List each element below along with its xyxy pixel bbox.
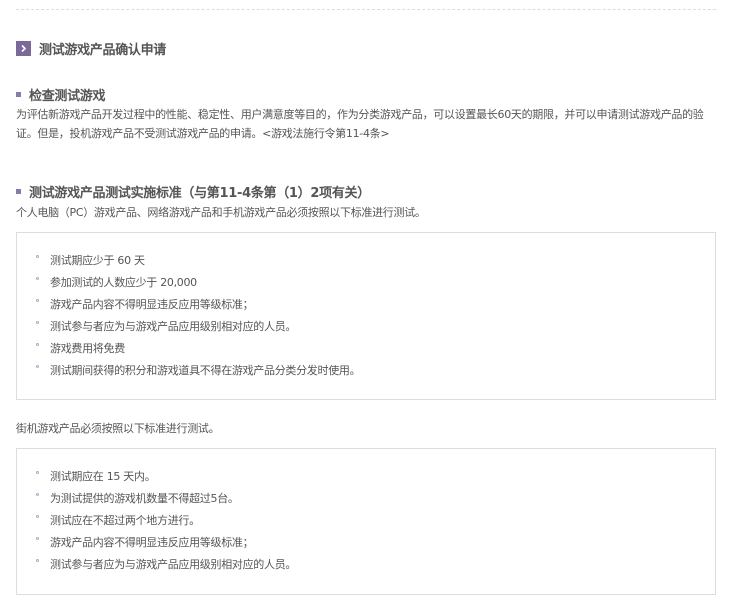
circle-bullet-icon — [36, 343, 39, 346]
square-bullet-icon — [16, 92, 21, 97]
list-item: 为测试提供的游戏机数量不得超过5台。 — [17, 488, 715, 510]
circle-bullet-icon — [36, 537, 39, 540]
circle-bullet-icon — [36, 493, 39, 496]
circle-bullet-icon — [36, 277, 39, 280]
list-item: 测试期间获得的积分和游戏道具不得在游戏产品分类分发时使用。 — [17, 360, 715, 382]
chevron-right-icon — [16, 40, 31, 56]
list-item: 测试期应在 15 天内。 — [17, 466, 715, 488]
section-heading-check-test-game: 检查测试游戏 — [16, 85, 106, 104]
circle-bullet-icon — [36, 299, 39, 302]
top-divider — [16, 9, 716, 10]
list-item: 测试参与者应为与游戏产品应用级别相对应的人员。 — [17, 316, 715, 338]
page-heading: 测试游戏产品确认申请 — [16, 39, 167, 58]
page: 测试游戏产品确认申请 检查测试游戏 为评估新游戏产品开发过程中的性能、稳定性、用… — [0, 0, 729, 600]
list-item: 测试应在不超过两个地方进行。 — [17, 510, 715, 532]
list-item: 参加测试的人数应少于 20,000 — [17, 272, 715, 294]
circle-bullet-icon — [36, 365, 39, 368]
square-bullet-icon — [16, 189, 21, 194]
list-item: 游戏费用将免费 — [17, 338, 715, 360]
arcade-standards-box: 测试期应在 15 天内。 为测试提供的游戏机数量不得超过5台。 测试应在不超过两… — [16, 448, 716, 595]
list-item: 测试参与者应为与游戏产品应用级别相对应的人员。 — [17, 554, 715, 576]
page-title: 测试游戏产品确认申请 — [39, 42, 167, 58]
circle-bullet-icon — [36, 255, 39, 258]
list-item: 游戏产品内容不得明显违反应用等级标准； — [17, 294, 715, 316]
circle-bullet-icon — [36, 559, 39, 562]
circle-bullet-icon — [36, 321, 39, 324]
arcade-standards-list: 测试期应在 15 天内。 为测试提供的游戏机数量不得超过5台。 测试应在不超过两… — [17, 449, 715, 576]
section-title: 测试游戏产品测试实施标准（与第11-4条第（1）2项有关） — [29, 186, 370, 201]
section-paragraph: 为评估新游戏产品开发过程中的性能、稳定性、用户满意度等目的，作为分类游戏产品，可… — [16, 108, 704, 140]
pc-standards-box: 测试期应少于 60 天 参加测试的人数应少于 20,000 游戏产品内容不得明显… — [16, 232, 716, 400]
section-heading-test-standards: 测试游戏产品测试实施标准（与第11-4条第（1）2项有关） — [16, 182, 370, 201]
arcade-standards-intro: 街机游戏产品必须按照以下标准进行测试。 — [16, 422, 220, 435]
list-item: 测试期应少于 60 天 — [17, 250, 715, 272]
circle-bullet-icon — [36, 471, 39, 474]
list-item: 游戏产品内容不得明显违反应用等级标准； — [17, 532, 715, 554]
circle-bullet-icon — [36, 515, 39, 518]
pc-standards-intro: 个人电脑（PC）游戏产品、网络游戏产品和手机游戏产品必须按照以下标准进行测试。 — [16, 206, 426, 219]
pc-standards-list: 测试期应少于 60 天 参加测试的人数应少于 20,000 游戏产品内容不得明显… — [17, 233, 715, 382]
section-title: 检查测试游戏 — [29, 89, 106, 104]
